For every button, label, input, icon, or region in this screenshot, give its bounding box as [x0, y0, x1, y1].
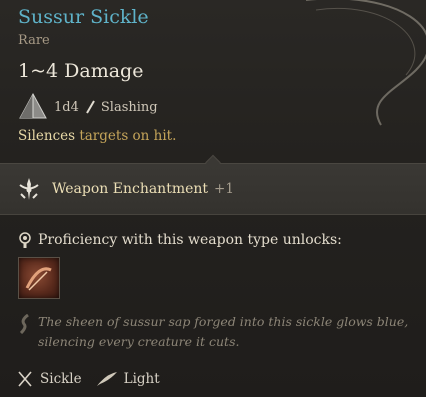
light-feather-icon — [96, 372, 117, 386]
slashing-icon — [86, 100, 95, 114]
die-d4-icon — [19, 92, 47, 119]
weapon-action-glyph — [25, 267, 52, 291]
enchantment-band: Weapon Enchantment +1 — [0, 154, 426, 215]
enchantment-bonus: +1 — [214, 181, 234, 197]
flavor-text: The sheen of sussur sap forged into this… — [38, 314, 409, 349]
enchantment-label[interactable]: Weapon Enchantment — [52, 181, 208, 197]
weapon-enchantment-icon — [19, 178, 39, 200]
weight-class[interactable]: Light — [124, 371, 160, 387]
weapon-action-icon[interactable] — [18, 257, 60, 299]
footer-row: Sickle Light — [16, 370, 160, 388]
sickle-icon — [18, 371, 32, 387]
flavor-row: The sheen of sussur sap forged into this… — [18, 312, 413, 352]
damage-type: Slashing — [100, 99, 158, 115]
proficiency-icon — [19, 232, 31, 248]
proficiency-row: Proficiency with this weapon type unlock… — [18, 232, 342, 248]
smoke-decoration — [306, 0, 426, 126]
item-rarity: Rare — [18, 33, 50, 48]
weapon-type[interactable]: Sickle — [40, 371, 82, 387]
effect-text: targets on hit. — [75, 128, 177, 144]
proficiency-label: Proficiency with this weapon type unlock… — [38, 232, 342, 248]
damage-dice-row: 1d4 Slashing — [18, 92, 158, 122]
damage-dice: 1d4 — [54, 99, 79, 115]
band-notch — [205, 154, 221, 171]
item-name: Sussur Sickle — [18, 6, 149, 28]
item-damage: 1~4 Damage — [18, 60, 144, 82]
flavor-quill-icon — [19, 314, 29, 334]
effect-keyword[interactable]: Silences — [18, 128, 75, 144]
item-effect: Silences targets on hit. — [18, 128, 176, 144]
